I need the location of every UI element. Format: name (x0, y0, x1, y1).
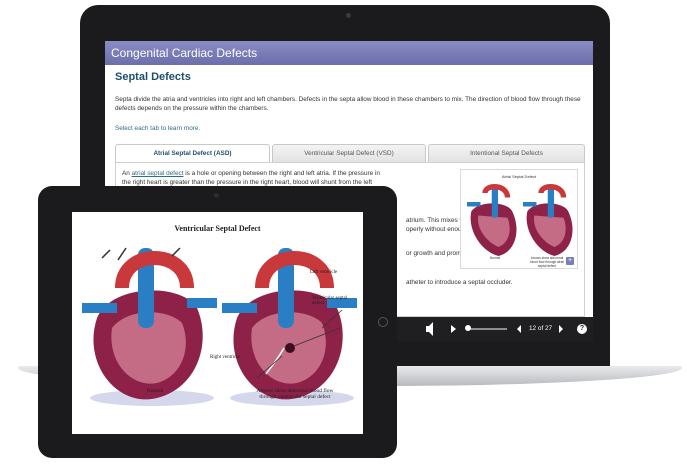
term-link[interactable]: atrial septal defect (132, 170, 184, 177)
progress-track[interactable] (467, 328, 507, 330)
tab-asd[interactable]: Atrial Septal Defect (ASD) (115, 144, 270, 163)
caption-normal: Normal (146, 388, 164, 394)
panel-lead: An (122, 170, 130, 177)
tab-intentional[interactable]: Intentional Septal Defects (428, 144, 585, 162)
thumbnail-caption-left: Normal (489, 256, 501, 260)
heart-diagram (82, 247, 357, 406)
panel-line: atheter to introduce a septal occluder. (406, 279, 513, 286)
previous-icon[interactable] (515, 317, 523, 341)
heart-thumbnail[interactable]: Atrial Septal Defect Normal Arrows show … (460, 169, 578, 269)
tab-vsd[interactable]: Ventricular Septal Defect (VSD) (272, 144, 426, 162)
progress-handle[interactable] (465, 325, 471, 331)
heart-illustration (467, 184, 573, 256)
camera-icon (214, 193, 219, 198)
plus-icon[interactable]: + (566, 257, 574, 265)
page-indicator: 12 of 27 (529, 325, 553, 332)
thumbnail-caption-right: Arrows show abnormal blood flow through … (530, 256, 564, 268)
label-ventricular-septal-defect: Ventricular septal defect (312, 296, 348, 306)
volume-icon[interactable] (425, 317, 435, 341)
tablet-screen: Ventricular Septal Defect Left ventricle… (72, 212, 363, 434)
thumbnail-title: Atrial Septal Defect (501, 174, 537, 179)
next-icon[interactable] (557, 317, 565, 341)
play-icon[interactable] (449, 317, 457, 341)
page-title: Septal Defects (115, 71, 191, 83)
instruction-text: Select each tab to learn more. (115, 125, 201, 132)
camera-icon (346, 13, 351, 18)
label-left-ventricle: Left ventricle (310, 270, 338, 275)
home-button[interactable] (378, 317, 388, 327)
label-right-ventricle: Right ventricle (210, 355, 240, 360)
help-icon[interactable]: ? (577, 324, 587, 334)
caption-vsd: Arrows show abnormal blood flow through … (256, 388, 334, 400)
tablet-device: Ventricular Septal Defect Left ventricle… (38, 186, 397, 458)
intro-text: Septa divide the atria and ventricles in… (115, 96, 581, 112)
course-title: Congenital Cardiac Defects (105, 41, 593, 65)
